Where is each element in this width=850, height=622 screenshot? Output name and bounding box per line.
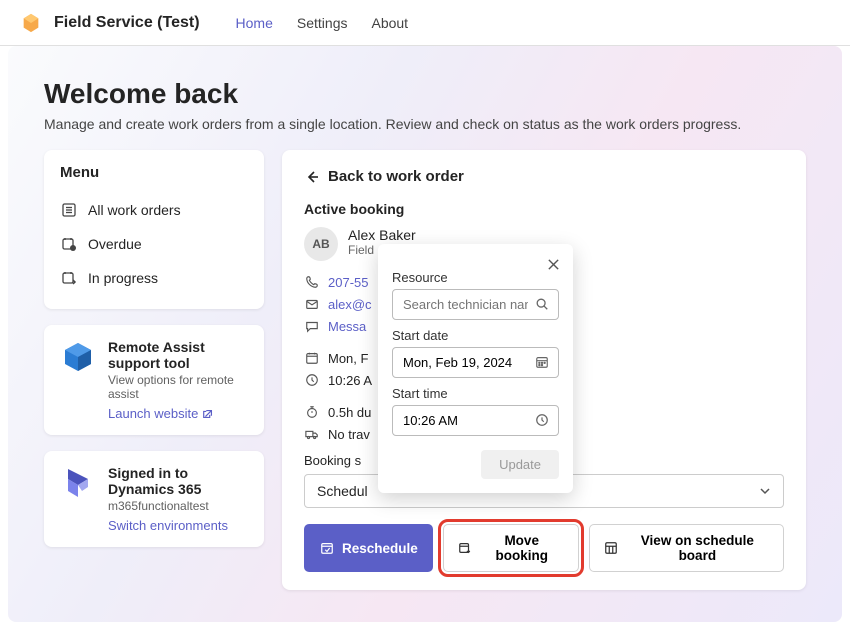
clock-icon — [304, 372, 320, 388]
app-header: Field Service (Test) Home Settings About — [0, 0, 850, 46]
update-button[interactable]: Update — [481, 450, 559, 479]
resource-search-input[interactable] — [392, 289, 559, 320]
nav-settings[interactable]: Settings — [285, 5, 360, 41]
signed-in-subtitle: m365functionaltest — [108, 499, 248, 513]
menu-item-all-work-orders[interactable]: All work orders — [60, 193, 248, 227]
email-icon — [304, 296, 320, 312]
truck-icon — [304, 426, 320, 442]
start-date-label: Start date — [392, 328, 559, 343]
start-time-input[interactable] — [392, 405, 559, 436]
columns: Menu All work orders Overdue — [44, 150, 806, 590]
menu-item-label: In progress — [88, 270, 158, 286]
calendar-icon — [304, 350, 320, 366]
remote-assist-icon — [60, 339, 96, 375]
time-text: 10:26 A — [328, 373, 372, 388]
right-column: Back to work order Active booking AB Ale… — [282, 150, 806, 590]
popover-footer: Update — [392, 450, 559, 479]
avatar: AB — [304, 227, 338, 261]
active-booking-title: Active booking — [304, 201, 784, 217]
detail-card: Back to work order Active booking AB Ale… — [282, 150, 806, 590]
welcome-subtitle: Manage and create work orders from a sin… — [44, 116, 806, 132]
signed-in-text: Signed in to Dynamics 365 m365functional… — [108, 465, 248, 533]
progress-icon — [60, 269, 78, 287]
remote-assist-text: Remote Assist support tool View options … — [108, 339, 248, 421]
arrow-left-icon — [304, 169, 320, 185]
move-booking-popover: Resource Start date Start time — [378, 244, 573, 493]
dynamics-icon — [60, 465, 96, 501]
resource-label: Resource — [392, 270, 559, 285]
start-date-input[interactable] — [392, 347, 559, 378]
start-time-label: Start time — [392, 386, 559, 401]
page: Welcome back Manage and create work orde… — [0, 46, 850, 622]
email-link[interactable]: alex@c — [328, 297, 372, 312]
remote-assist-subtitle: View options for remote assist — [108, 373, 248, 401]
menu-item-overdue[interactable]: Overdue — [60, 227, 248, 261]
remote-assist-link[interactable]: Launch website — [108, 406, 214, 421]
message-icon — [304, 318, 320, 334]
move-booking-icon — [458, 540, 473, 556]
nav-about[interactable]: About — [359, 5, 420, 41]
duration-text: 0.5h du — [328, 405, 371, 420]
message-link[interactable]: Messa — [328, 319, 366, 334]
stopwatch-icon — [304, 404, 320, 420]
signed-in-card: Signed in to Dynamics 365 m365functional… — [44, 451, 264, 547]
left-column: Menu All work orders Overdue — [44, 150, 264, 590]
chevron-down-icon — [759, 485, 771, 497]
schedule-board-icon — [604, 540, 619, 556]
remote-assist-title: Remote Assist support tool — [108, 339, 248, 371]
list-icon — [60, 201, 78, 219]
phone-link[interactable]: 207-55 — [328, 275, 368, 290]
overdue-icon — [60, 235, 78, 253]
remote-assist-card: Remote Assist support tool View options … — [44, 325, 264, 435]
welcome-title: Welcome back — [44, 78, 806, 110]
app-title: Field Service (Test) — [54, 14, 200, 32]
date-text: Mon, F — [328, 351, 368, 366]
close-icon — [547, 258, 560, 271]
main-nav: Home Settings About — [224, 5, 421, 41]
menu-item-label: Overdue — [88, 236, 142, 252]
menu-card: Menu All work orders Overdue — [44, 150, 264, 309]
resource-name: Alex Baker — [348, 227, 416, 243]
nav-home[interactable]: Home — [224, 5, 285, 41]
switch-env-link[interactable]: Switch environments — [108, 518, 228, 533]
app-logo-icon — [20, 12, 42, 34]
menu-title: Menu — [60, 164, 248, 181]
reschedule-icon — [319, 540, 335, 556]
menu-item-label: All work orders — [88, 202, 181, 218]
external-link-icon — [202, 408, 214, 420]
popover-close-button[interactable] — [543, 254, 563, 274]
phone-icon — [304, 274, 320, 290]
signed-in-title: Signed in to Dynamics 365 — [108, 465, 248, 497]
menu-item-in-progress[interactable]: In progress — [60, 261, 248, 295]
back-to-work-order[interactable]: Back to work order — [304, 168, 784, 185]
page-content: Welcome back Manage and create work orde… — [20, 62, 830, 606]
travel-text: No trav — [328, 427, 370, 442]
